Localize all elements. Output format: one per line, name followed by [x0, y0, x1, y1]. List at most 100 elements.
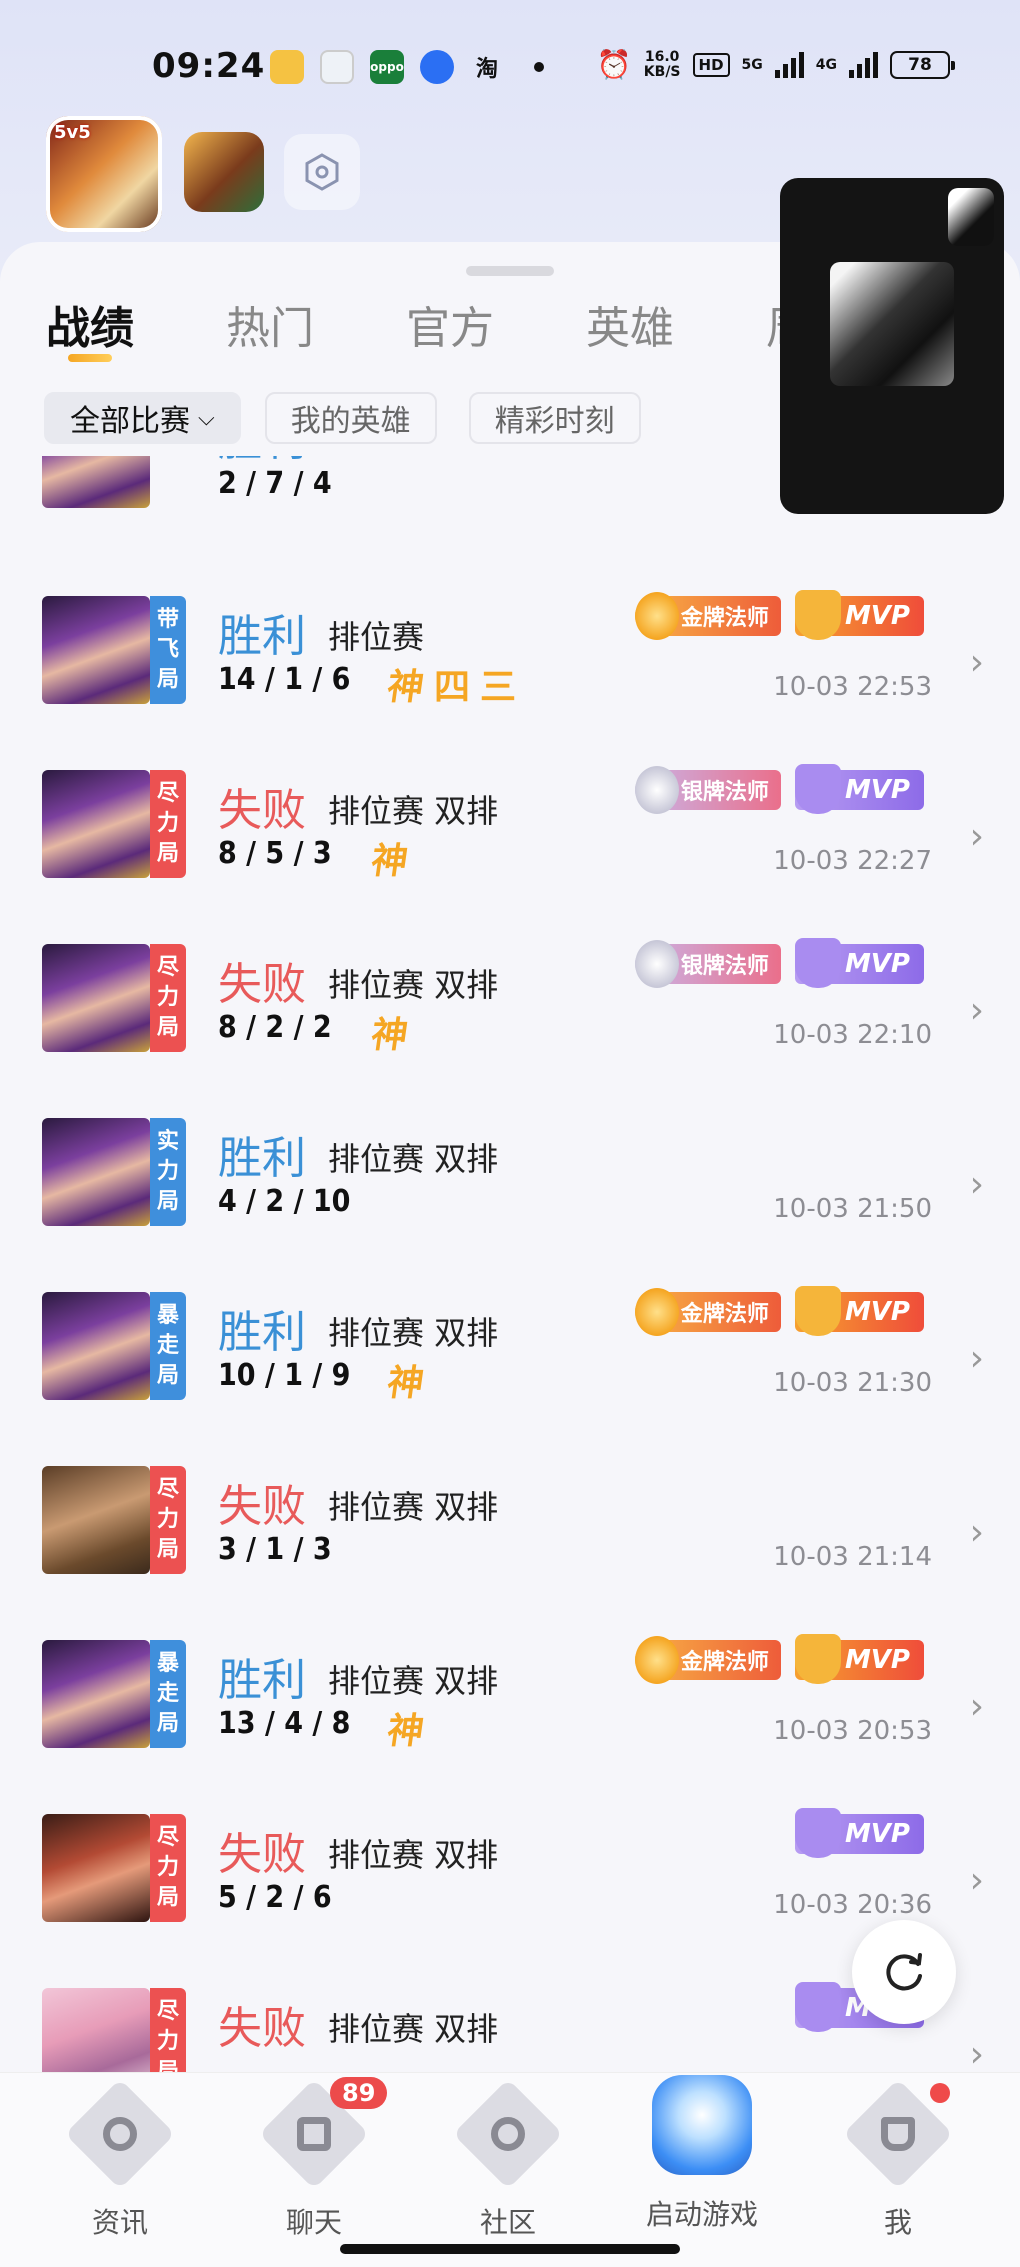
- signal-bars-icon: [849, 51, 878, 78]
- kill-streak-badge: 神: [384, 1711, 427, 1752]
- nav-launch-game[interactable]: 启动游戏: [622, 2073, 782, 2233]
- nav-profile[interactable]: 我: [818, 2073, 978, 2241]
- match-result: 胜利: [218, 1307, 306, 1358]
- match-tier-tag: 尽力局: [150, 770, 186, 878]
- hero-avatar: [42, 456, 150, 508]
- match-result: 胜利: [218, 1655, 306, 1706]
- battery-level: 78: [908, 54, 932, 75]
- match-type: 排位赛 双排: [328, 1662, 499, 1700]
- hd-icon: HD: [692, 52, 730, 77]
- app-tag: 5v5: [54, 122, 91, 143]
- position-medal-badge: 金牌法师: [634, 592, 781, 640]
- tab-label: 热门: [226, 303, 314, 354]
- match-type: 排位赛: [328, 456, 424, 462]
- match-tier-char: 局: [156, 1537, 179, 1562]
- notification-dot: [930, 2083, 950, 2103]
- kill-streak-badge: 四: [434, 667, 471, 708]
- award-badges: 金牌法师 MVP: [634, 590, 924, 640]
- tab-official[interactable]: 官方: [406, 292, 586, 356]
- refresh-icon: [886, 1953, 922, 1991]
- kda-score: 13 / 4 / 8: [218, 1706, 351, 1741]
- filter-label: 精彩时刻: [494, 404, 615, 439]
- weibo-icon: [270, 50, 304, 84]
- match-type: 排位赛 双排: [328, 1140, 499, 1178]
- sheet-grabber[interactable]: [466, 266, 554, 276]
- chevron-right-icon: ›: [969, 1512, 984, 1553]
- status-indicators: ⏰ 16.0 KB/S HD 5G 4G 78: [596, 48, 955, 81]
- kda-badges: 神四三: [385, 658, 516, 710]
- match-type: 排位赛 双排: [328, 792, 499, 830]
- match-row[interactable]: 暴走局胜利 排位赛 双排 10 / 1 / 9 神金牌法师 MVP 10-03 21:30…: [0, 1286, 1020, 1466]
- match-type: 排位赛 双排: [328, 1314, 499, 1352]
- match-time: 10-03 21:50: [773, 1194, 932, 1224]
- match-tier-char: 尽: [156, 1999, 179, 2024]
- mvp-badge: MVP: [794, 1286, 924, 1336]
- nav-chat[interactable]: 89 聊天: [234, 2073, 394, 2241]
- nav-community[interactable]: 社区: [428, 2073, 588, 2241]
- match-tier-char: 尽: [156, 955, 179, 980]
- match-row[interactable]: 尽力局失败 排位赛 双排 8 / 5 / 3 神银牌法师 MVP 10-03 22:27 ›: [0, 764, 1020, 944]
- filter-highlights[interactable]: 精彩时刻: [468, 392, 641, 444]
- home-indicator[interactable]: [340, 2244, 680, 2254]
- unread-badge: 89: [330, 2077, 388, 2109]
- match-type: 排位赛 双排: [328, 1836, 499, 1874]
- chevron-down-icon: ⌵: [198, 405, 215, 431]
- nav-label: 聊天: [285, 2206, 342, 2239]
- nav-news[interactable]: 资讯: [40, 2073, 200, 2241]
- kda-score: 4 / 2 / 10: [218, 1184, 351, 1219]
- tab-label: 战绩: [46, 303, 134, 354]
- hero-avatar: [42, 1292, 150, 1400]
- position-medal-badge: 金牌法师: [634, 1636, 781, 1684]
- filter-label: 我的英雄: [290, 404, 411, 439]
- tab-record[interactable]: 战绩: [46, 292, 226, 362]
- floating-video-window[interactable]: [780, 178, 1004, 514]
- match-tier-char: 局: [156, 667, 179, 692]
- tab-label: 官方: [406, 303, 494, 354]
- secondary-game-app-icon[interactable]: [184, 132, 264, 212]
- kda-score: 5 / 2 / 6: [218, 1880, 332, 1915]
- hexagon-settings-icon[interactable]: [284, 134, 360, 210]
- match-row[interactable]: 尽力局失败 排位赛 双排 8 / 2 / 2 神银牌法师 MVP 10-03 22:10 ›: [0, 938, 1020, 1118]
- match-tier-char: 尽: [156, 781, 179, 806]
- match-tier-tag: 尽力局: [150, 1466, 186, 1574]
- match-row[interactable]: 暴走局胜利 排位赛 双排 13 / 4 / 8 神金牌法师 MVP 10-03 20:53…: [0, 1634, 1020, 1814]
- match-tier-char: 局: [156, 1885, 179, 1910]
- match-row[interactable]: 带飞局胜利 排位赛 14 / 1 / 6 神四三金牌法师 MVP 10-03 22:53 ›: [0, 590, 1020, 770]
- mvp-badge: MVP: [794, 764, 924, 814]
- match-time: 10-03 21:14: [773, 1542, 932, 1572]
- video-thumbnail: [830, 262, 954, 386]
- kda-badges: 神: [369, 832, 411, 884]
- filter-my-heroes[interactable]: 我的英雄: [264, 392, 437, 444]
- match-time: 10-03 21:30: [773, 1368, 932, 1398]
- tab-label: 英雄: [586, 303, 674, 354]
- chevron-right-icon: ›: [969, 642, 984, 683]
- refresh-button[interactable]: [852, 1920, 956, 2024]
- match-row[interactable]: 实力局胜利 排位赛 双排 4 / 2 / 10 10-03 21:50 ›: [0, 1118, 1020, 1292]
- match-result: 胜利: [218, 1133, 306, 1184]
- filter-all-matches[interactable]: 全部比赛 ⌵: [44, 392, 241, 444]
- net-speed: 16.0 KB/S: [644, 49, 681, 80]
- status-time: 09:24: [152, 46, 266, 86]
- match-type: 排位赛: [328, 618, 425, 656]
- hero-avatar: [42, 944, 150, 1052]
- match-tier-char: 局: [156, 1015, 179, 1040]
- match-time: 10-03 20:53: [773, 1716, 932, 1746]
- kda-badges: 神: [369, 1006, 411, 1058]
- mini-avatar: [948, 188, 994, 246]
- match-tier-char: 力: [156, 1855, 179, 1880]
- battery-icon: 78: [890, 50, 955, 79]
- match-row[interactable]: 尽力局失败 排位赛 双排 3 / 1 / 3 10-03 21:14 ›: [0, 1466, 1020, 1640]
- tab-hot[interactable]: 热门: [226, 292, 406, 356]
- match-tier-char: 力: [156, 985, 179, 1010]
- match-time: 10-03 20:36: [773, 1890, 932, 1920]
- tab-heroes[interactable]: 英雄: [586, 292, 766, 356]
- hero-avatar: [42, 1640, 150, 1748]
- honor-of-kings-app-icon[interactable]: 5v5: [46, 116, 162, 232]
- match-tier-char: 走: [156, 1681, 179, 1706]
- match-tier-char: 局: [156, 1189, 179, 1214]
- notification-dot: [534, 62, 544, 72]
- alarm-icon: ⏰: [596, 48, 632, 81]
- browser-icon: [420, 50, 454, 84]
- match-result: 失败: [218, 785, 306, 836]
- match-tier-char: 飞: [156, 637, 179, 662]
